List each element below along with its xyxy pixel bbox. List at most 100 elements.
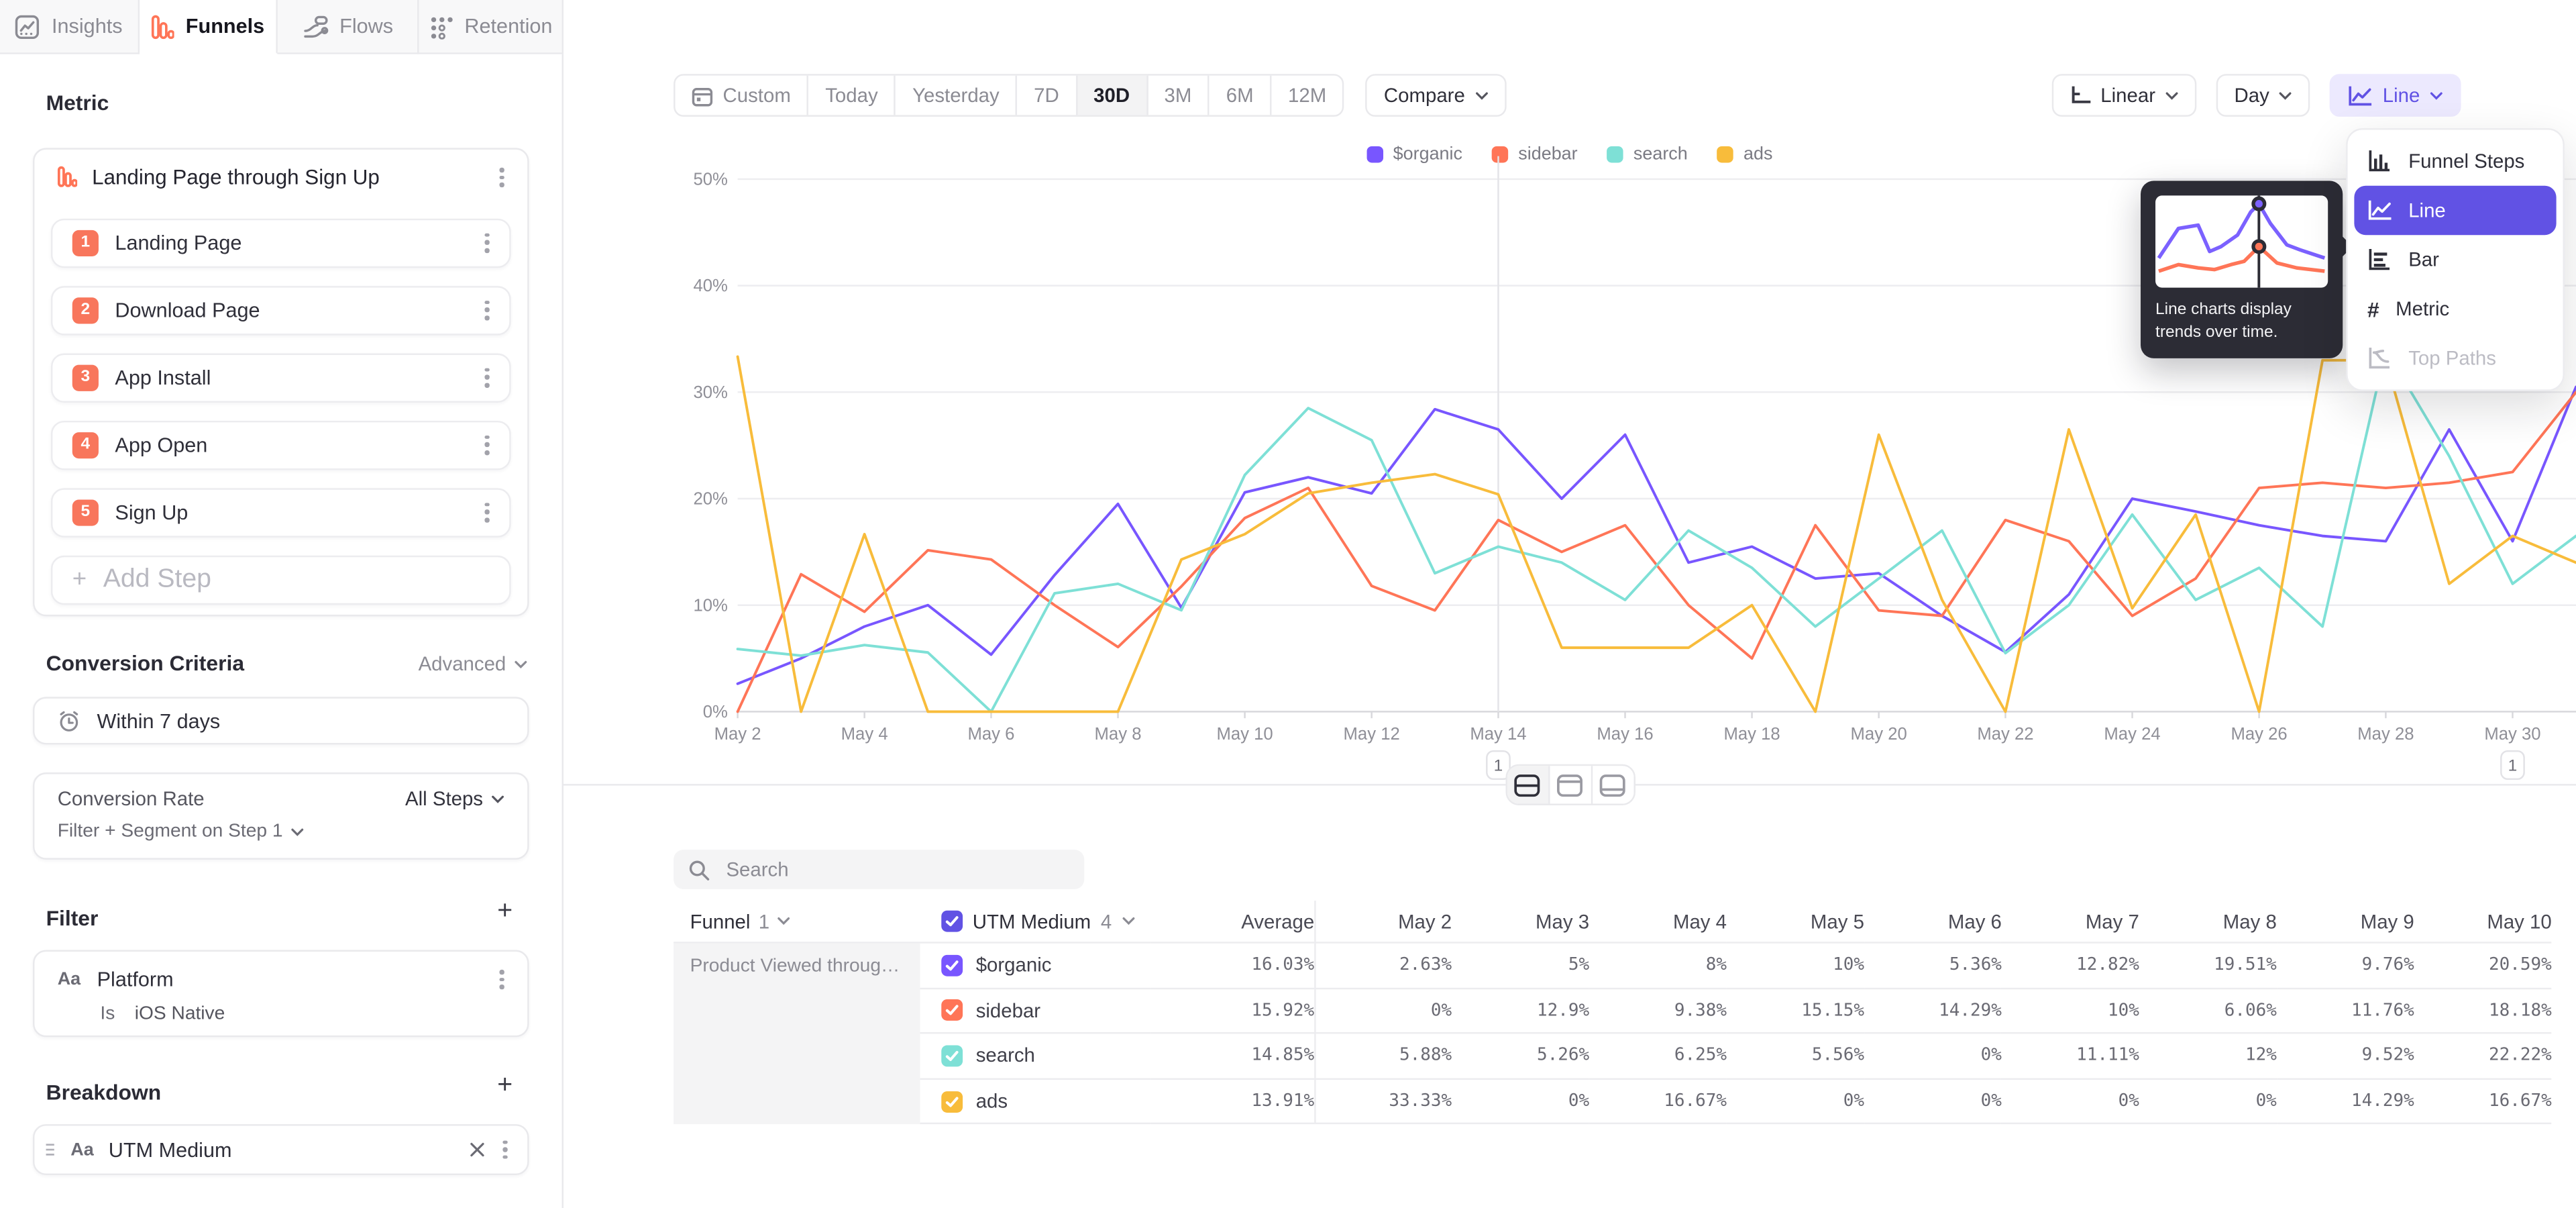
step-kebab-icon[interactable] xyxy=(482,363,493,393)
breakdown-kebab-icon[interactable] xyxy=(500,1135,511,1164)
tab-retention[interactable]: Retention xyxy=(419,0,564,54)
metric-title[interactable]: Landing Page through Sign Up xyxy=(92,165,482,190)
svg-text:20%: 20% xyxy=(693,490,727,509)
query-builder-sidebar: Metric Landing Page through Sign Up 1 La… xyxy=(0,54,564,1208)
average-column-header: Average xyxy=(1150,901,1314,944)
range-12m-button[interactable]: 12M xyxy=(1272,76,1343,115)
series-checkbox[interactable] xyxy=(941,954,963,976)
add-step-label: Add Step xyxy=(103,565,211,595)
range-7d-button[interactable]: 7D xyxy=(1018,76,1077,115)
funnel-name-cell[interactable]: Product Viewed through P... xyxy=(674,944,920,1125)
chevron-down-icon xyxy=(2165,91,2179,99)
tab-flows[interactable]: Flows xyxy=(278,0,419,54)
metric-kebab-icon[interactable] xyxy=(497,162,508,192)
tab-label: Flows xyxy=(339,15,393,38)
conversion-window-label: Within 7 days xyxy=(97,709,220,732)
funnel-step-landing-page[interactable]: 1 Landing Page xyxy=(51,218,511,267)
all-steps-dropdown[interactable]: All Steps xyxy=(405,787,504,810)
series-checkbox[interactable] xyxy=(941,1046,963,1067)
cell-value: 9.76% xyxy=(2277,944,2414,989)
remove-breakdown-icon[interactable] xyxy=(470,1142,485,1157)
cell-value: 5.88% xyxy=(1314,1034,1452,1080)
all-steps-label: All Steps xyxy=(405,787,483,810)
granularity-label: Day xyxy=(2235,84,2269,107)
filter-segment-dropdown[interactable]: Filter + Segment on Step 1 xyxy=(34,813,527,856)
date-column-header: May 9 xyxy=(2277,901,2414,944)
range-3m-button[interactable]: 3M xyxy=(1148,76,1210,115)
property-type-badge: Aa xyxy=(70,1140,93,1159)
date-column-header: May 5 xyxy=(1727,901,1864,944)
cell-value: 6.06% xyxy=(2139,989,2277,1034)
search-input[interactable] xyxy=(723,856,1059,883)
range-custom-button[interactable]: Custom xyxy=(676,76,809,115)
funnels-icon xyxy=(151,14,174,39)
funnel-step-download-page[interactable]: 2 Download Page xyxy=(51,286,511,335)
tab-insights[interactable]: Insights xyxy=(0,0,140,54)
step-number-badge: 4 xyxy=(72,432,99,458)
filter-kebab-icon[interactable] xyxy=(497,965,508,995)
drag-handle-icon[interactable] xyxy=(44,1142,56,1157)
cell-value: 11.11% xyxy=(2002,1034,2139,1080)
series-checkbox[interactable] xyxy=(941,1000,963,1021)
add-step-button[interactable]: + Add Step xyxy=(51,555,511,604)
tab-funnels[interactable]: Funnels xyxy=(140,0,278,54)
cell-value: 0% xyxy=(1452,1079,1589,1125)
svg-text:May 20: May 20 xyxy=(1851,725,1907,744)
advanced-label: Advanced xyxy=(419,652,506,675)
funnel-step-app-open[interactable]: 4 App Open xyxy=(51,420,511,469)
cell-value: 11.76% xyxy=(2277,989,2414,1034)
funnel-step-sign-up[interactable]: 5 Sign Up xyxy=(51,488,511,537)
cell-value: 14.29% xyxy=(1864,989,2002,1034)
step-kebab-icon[interactable] xyxy=(482,498,493,527)
range-30d-button[interactable]: 30D xyxy=(1077,76,1148,115)
svg-text:30%: 30% xyxy=(693,383,727,402)
series-name: $organic xyxy=(976,954,1052,976)
funnel-column-header[interactable]: Funnel 1 xyxy=(674,901,920,944)
conversion-window-card[interactable]: Within 7 days xyxy=(33,697,529,744)
app-window: Insights Funnels Flows Retention Metric xyxy=(0,0,2576,1208)
add-breakdown-button[interactable]: + xyxy=(497,1078,513,1095)
filter-value[interactable]: iOS Native xyxy=(135,1004,225,1023)
step-kebab-icon[interactable] xyxy=(482,430,493,460)
select-all-checkbox[interactable] xyxy=(941,911,963,932)
average-value: 15.92% xyxy=(1150,989,1314,1034)
layout-table-view-button[interactable] xyxy=(1592,766,1633,803)
series-checkbox[interactable] xyxy=(941,1091,963,1112)
step-number-badge: 5 xyxy=(72,499,99,525)
funnel-step-app-install[interactable]: 3 App Install xyxy=(51,353,511,402)
chevron-down-icon xyxy=(777,917,791,925)
cell-value: 16.67% xyxy=(1589,1079,1727,1125)
average-value: 14.85% xyxy=(1150,1034,1314,1080)
step-kebab-icon[interactable] xyxy=(482,228,493,258)
layout-split-view-button[interactable] xyxy=(1507,766,1550,803)
scale-dropdown[interactable]: Linear xyxy=(2051,74,2196,117)
filter-property[interactable]: Platform xyxy=(97,968,480,991)
range-today-button[interactable]: Today xyxy=(809,76,896,115)
svg-text:May 8: May 8 xyxy=(1095,725,1142,744)
chart-type-dropdown[interactable]: Line xyxy=(2330,74,2461,117)
menu-item-label: Metric xyxy=(2396,297,2449,320)
filter-operator[interactable]: Is xyxy=(100,1004,115,1023)
breakdown-property[interactable]: UTM Medium xyxy=(109,1138,456,1161)
chevron-down-icon xyxy=(291,827,305,836)
chart-type-option-line[interactable]: Line xyxy=(2354,186,2556,235)
add-filter-button[interactable]: + xyxy=(497,904,513,920)
cell-value: 9.38% xyxy=(1589,989,1727,1034)
step-kebab-icon[interactable] xyxy=(482,296,493,325)
granularity-dropdown[interactable]: Day xyxy=(2216,74,2310,117)
retention-icon xyxy=(429,14,453,39)
advanced-dropdown[interactable]: Advanced xyxy=(419,652,528,675)
chart-type-option-funnel-steps[interactable]: Funnel Steps xyxy=(2354,136,2556,185)
svg-text:1: 1 xyxy=(1494,757,1503,775)
svg-text:May 14: May 14 xyxy=(1470,725,1526,744)
layout-chart-view-button[interactable] xyxy=(1549,766,1592,803)
range-yesterday-button[interactable]: Yesterday xyxy=(896,76,1018,115)
cell-value: 12% xyxy=(2139,1034,2277,1080)
chart-type-option-metric[interactable]: # Metric xyxy=(2354,285,2556,334)
scale-label: Linear xyxy=(2100,84,2155,107)
breakdown-column-header[interactable]: UTM Medium 4 xyxy=(920,901,1150,944)
chart-type-option-bar[interactable]: Bar xyxy=(2354,235,2556,284)
range-6m-button[interactable]: 6M xyxy=(1210,76,1271,115)
compare-button[interactable]: Compare xyxy=(1366,74,1506,117)
svg-text:May 18: May 18 xyxy=(1723,725,1780,744)
